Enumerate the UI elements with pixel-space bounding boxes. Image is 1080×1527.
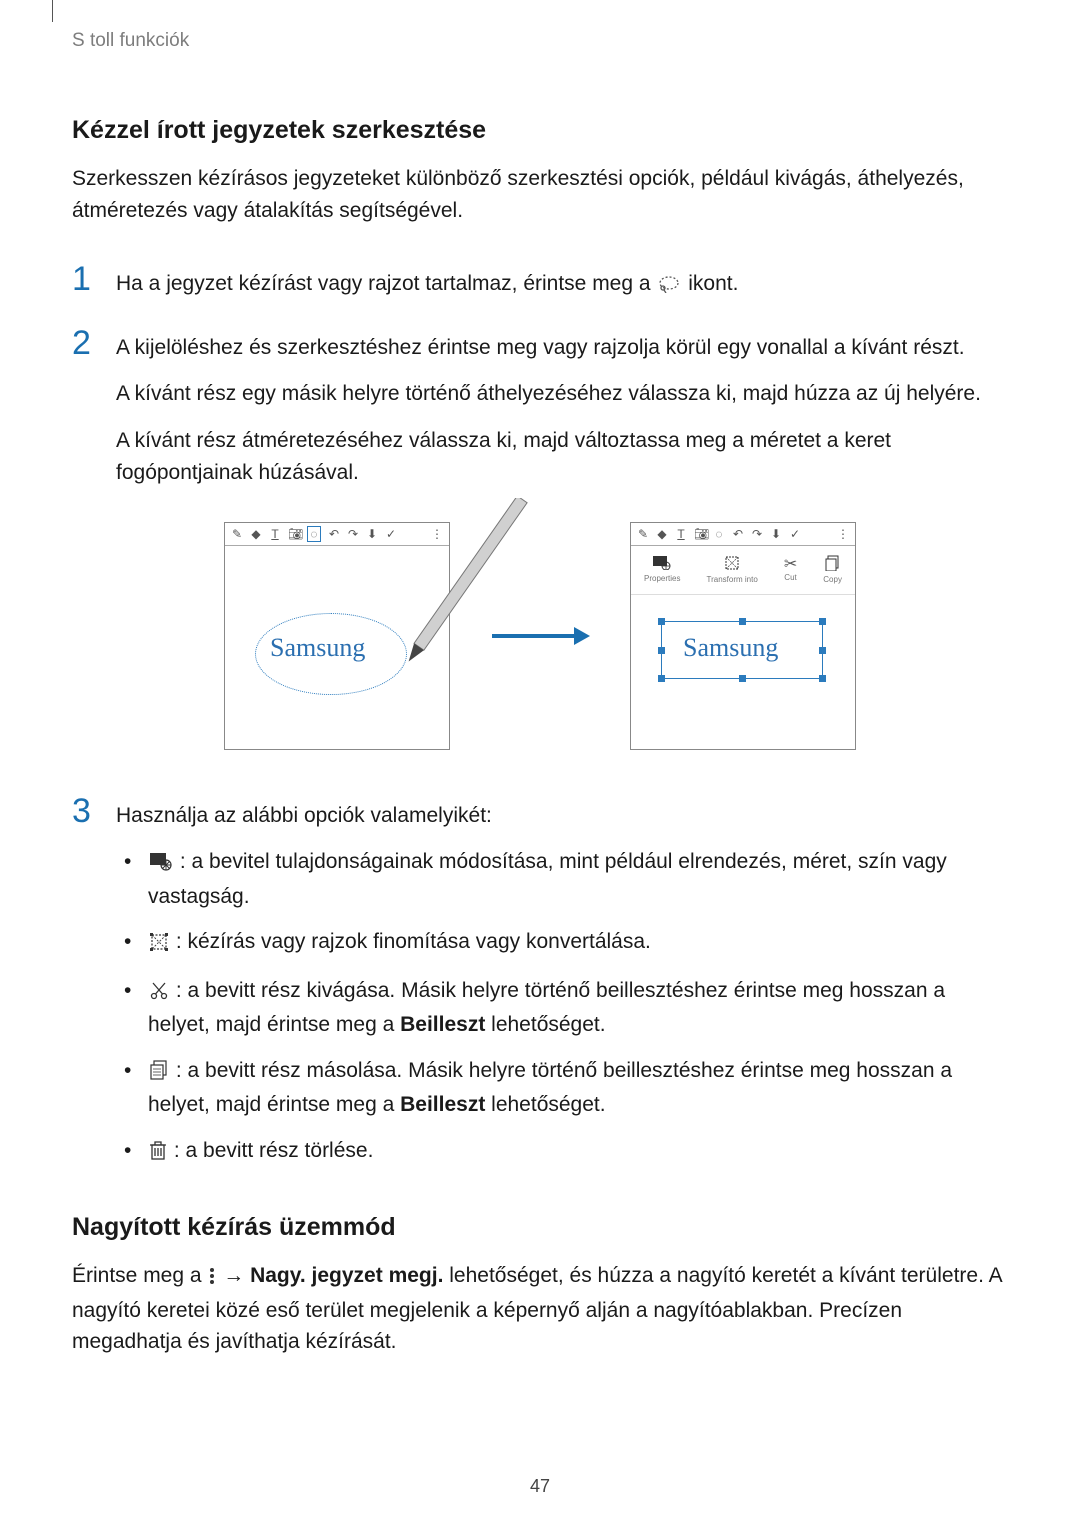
properties-icon xyxy=(150,849,172,881)
step-2: 2 A kijelöléshez és szerkesztéshez érint… xyxy=(72,326,1008,490)
option-text: : a bevitt rész törlése. xyxy=(168,1139,373,1162)
pen-icon: ✎ xyxy=(637,527,649,541)
option-cut: : a bevitt rész kivágása. Másik helyre t… xyxy=(116,975,1008,1041)
text-icon: T xyxy=(675,527,687,541)
illustration-row: ✎ ◆ T 📷︎ ◌ ↶ ↷ ⬇︎ ✓ ⋮ Samsung xyxy=(72,522,1008,750)
option-bold: Beilleszt xyxy=(400,1093,485,1116)
copy-button: Copy xyxy=(823,555,842,584)
pen-icon: ✎ xyxy=(231,527,243,541)
step-number: 3 xyxy=(72,794,94,1184)
more-icon xyxy=(209,1263,215,1295)
step-2-p1: A kijelöléshez és szerkesztéshez érintse… xyxy=(116,332,1008,365)
section2-paragraph: Érintse meg a → Nagy. jegyzet megj. lehe… xyxy=(72,1260,1008,1358)
option-text: lehetőséget. xyxy=(485,1093,605,1116)
cut-label: Cut xyxy=(784,573,797,582)
handwritten-sample-right: Samsung xyxy=(683,633,778,663)
more-icon: ⋮ xyxy=(837,527,849,541)
steps-list-cont: 3 Használja az alábbi opciók valamelyiké… xyxy=(72,794,1008,1184)
eraser-icon: ◆ xyxy=(250,527,262,541)
properties-label: Properties xyxy=(644,574,680,583)
step-1-text-after: ikont. xyxy=(688,272,738,295)
step-1: 1 Ha a jegyzet kézírást vagy rajzot tart… xyxy=(72,262,1008,304)
step-3: 3 Használja az alábbi opciók valamelyiké… xyxy=(72,794,1008,1184)
camera-icon: 📷︎ xyxy=(288,527,300,541)
eraser-icon: ◆ xyxy=(656,527,668,541)
lasso-tool-icon: ◌ xyxy=(307,526,321,542)
p-text: Érintse meg a xyxy=(72,1264,207,1287)
transform-button: Transform into xyxy=(707,555,758,584)
cut-button: ✂ Cut xyxy=(784,557,797,582)
save-icon: ⬇︎ xyxy=(770,527,782,541)
properties-icon xyxy=(644,556,680,574)
step-2-p2: A kívánt rész egy másik helyre történő á… xyxy=(116,378,1008,411)
illustration-screen-right: ✎ ◆ T 📷︎ ◌ ↶ ↷ ⬇︎ ✓ ⋮ Properties xyxy=(630,522,856,750)
option-text: lehetőséget. xyxy=(485,1013,605,1036)
transform-label: Transform into xyxy=(707,575,758,584)
option-copy: : a bevitt rész másolása. Másik helyre t… xyxy=(116,1055,1008,1121)
step-number: 1 xyxy=(72,262,94,304)
step-1-text: Ha a jegyzet kézírást vagy rajzot tartal… xyxy=(116,268,738,304)
option-text: : kézírás vagy rajzok finomítása vagy ko… xyxy=(170,930,651,953)
margin-tick xyxy=(52,0,53,22)
option-text: : a bevitel tulajdonságainak módosítása,… xyxy=(148,850,947,908)
option-properties: : a bevitel tulajdonságainak módosítása,… xyxy=(116,846,1008,912)
toolbar-left: ✎ ◆ T 📷︎ ◌ ↶ ↷ ⬇︎ ✓ ⋮ xyxy=(225,523,449,546)
properties-button: Properties xyxy=(644,556,680,583)
transform-icon xyxy=(707,555,758,575)
scissors-icon: ✂ xyxy=(784,557,797,573)
camera-icon: 📷︎ xyxy=(694,527,706,541)
transform-icon xyxy=(150,929,168,961)
section-heading-edit-notes: Kézzel írott jegyzetek szerkesztése xyxy=(72,116,1008,145)
step-3-lead: Használja az alábbi opciók valamelyikét: xyxy=(116,800,1008,833)
options-list: : a bevitel tulajdonságainak módosítása,… xyxy=(116,846,1008,1169)
step-1-text-before: Ha a jegyzet kézírást vagy rajzot tartal… xyxy=(116,272,656,295)
illustration-screen-left: ✎ ◆ T 📷︎ ◌ ↶ ↷ ⬇︎ ✓ ⋮ Samsung xyxy=(224,522,450,750)
section-heading-magnified: Nagyított kézírás üzemmód xyxy=(72,1213,1008,1242)
lasso-icon xyxy=(658,271,680,304)
p-text: → xyxy=(217,1264,250,1287)
lasso-tool-icon: ◌ xyxy=(713,527,725,541)
arrow-right-icon xyxy=(490,624,590,648)
p-bold: Nagy. jegyzet megj. xyxy=(250,1264,443,1287)
page-number: 47 xyxy=(0,1476,1080,1497)
option-delete: : a bevitt rész törlése. xyxy=(116,1135,1008,1170)
handwritten-sample-left: Samsung xyxy=(270,633,365,663)
redo-icon: ↷ xyxy=(751,527,763,541)
trash-icon xyxy=(150,1138,166,1170)
check-icon: ✓ xyxy=(789,527,801,541)
more-icon: ⋮ xyxy=(431,527,443,541)
step-2-p3: A kívánt rész átméretezéséhez válassza k… xyxy=(116,425,1008,490)
redo-icon: ↷ xyxy=(347,527,359,541)
copy-icon xyxy=(823,555,842,575)
copy-icon xyxy=(150,1058,168,1090)
copy-label: Copy xyxy=(823,575,842,584)
text-icon: T xyxy=(269,527,281,541)
step-number: 2 xyxy=(72,326,94,490)
check-icon: ✓ xyxy=(385,527,397,541)
option-transform: : kézírás vagy rajzok finomítása vagy ko… xyxy=(116,926,1008,961)
edit-toolbar: Properties Transform into ✂ Cut Copy xyxy=(631,546,855,595)
section-intro: Szerkesszen kézírásos jegyzeteket különb… xyxy=(72,163,1008,226)
breadcrumb: S toll funkciók xyxy=(72,30,1008,52)
undo-icon: ↶ xyxy=(732,527,744,541)
option-bold: Beilleszt xyxy=(400,1013,485,1036)
scissors-icon xyxy=(150,978,168,1010)
steps-list: 1 Ha a jegyzet kézírást vagy rajzot tart… xyxy=(72,262,1008,490)
toolbar-right: ✎ ◆ T 📷︎ ◌ ↶ ↷ ⬇︎ ✓ ⋮ xyxy=(631,523,855,546)
save-icon: ⬇︎ xyxy=(366,527,378,541)
undo-icon: ↶ xyxy=(328,527,340,541)
